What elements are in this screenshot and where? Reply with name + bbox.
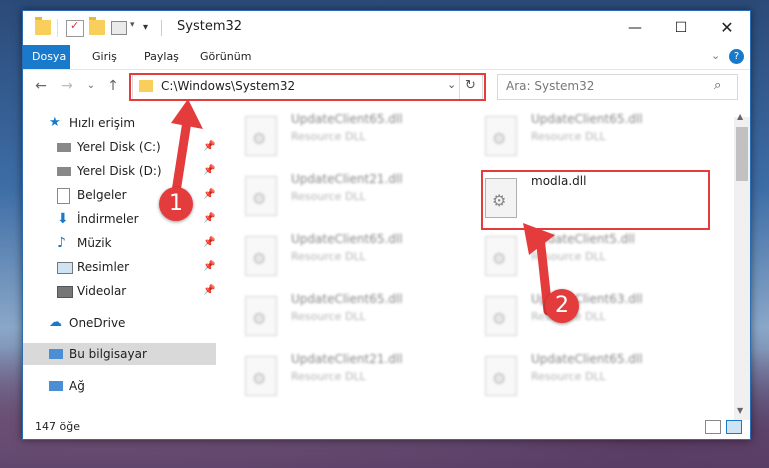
step-badge-1: 1: [159, 187, 193, 221]
annotation-arrows: [168, 99, 555, 316]
explorer-window: ✓ ▾ ▾ System32 — ☐ ✕ Dosya Giriş Paylaş …: [22, 10, 751, 440]
step-badge-2: 2: [545, 289, 579, 323]
